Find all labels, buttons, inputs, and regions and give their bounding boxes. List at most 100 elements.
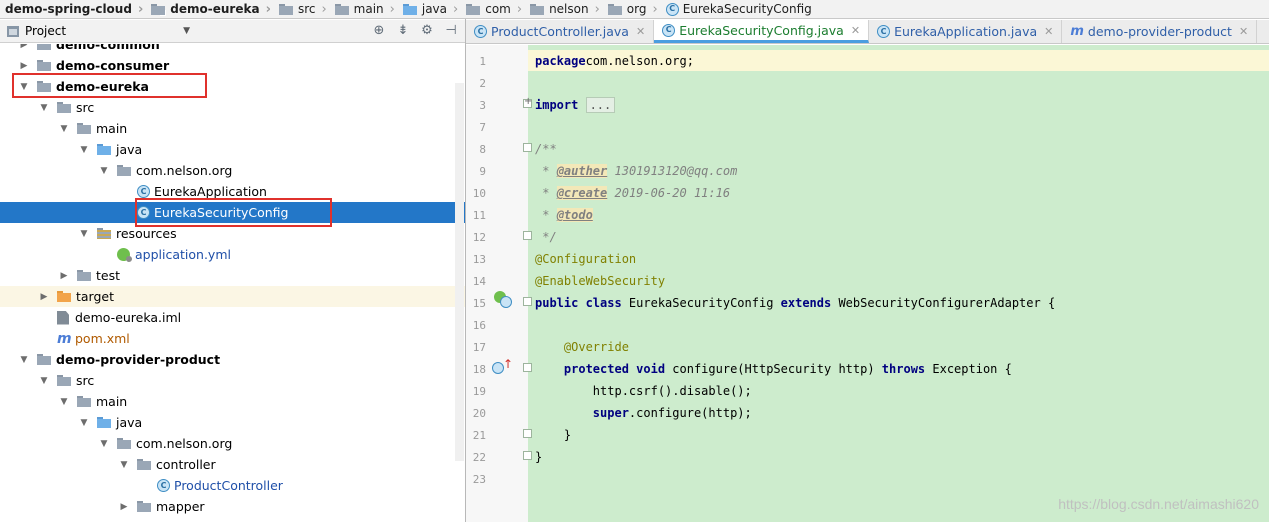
tree-node-main[interactable]: main: [0, 118, 465, 139]
code-line[interactable]: protected void configure(HttpSecurity ht…: [535, 358, 1012, 380]
tree-node-demo-common[interactable]: demo-common: [0, 44, 465, 55]
code-line[interactable]: super .configure(http);: [535, 402, 752, 424]
tree-node-productcontroller[interactable]: C ProductController: [0, 475, 465, 496]
tree-node-mapper[interactable]: mapper: [0, 496, 465, 517]
expand-arrow-icon[interactable]: [57, 124, 71, 134]
expand-arrow-icon[interactable]: [17, 355, 31, 365]
breadcrumb-item[interactable]: src ›: [274, 0, 330, 18]
editor-tab[interactable]: C EurekaApplication.java ✕: [869, 20, 1063, 43]
breadcrumb-item[interactable]: nelson ›: [525, 0, 603, 18]
code-line[interactable]: * @todo: [535, 204, 593, 226]
class-icon: C: [665, 2, 679, 16]
tree-node-label: java: [116, 142, 143, 157]
code-token: 1301913120@qq.com: [607, 164, 738, 178]
collapse-arrow-icon[interactable]: [17, 44, 31, 50]
gear-icon[interactable]: ⚙: [419, 23, 435, 38]
code-line[interactable]: @EnableWebSecurity: [535, 270, 665, 292]
collapse-arrow-icon[interactable]: [117, 502, 131, 512]
code-line[interactable]: */: [535, 226, 556, 248]
tree-node-resources[interactable]: resources: [0, 223, 465, 244]
tree-node-demo-eureka[interactable]: demo-eureka: [0, 76, 465, 97]
tree-node-test[interactable]: test: [0, 265, 465, 286]
expand-arrow-icon[interactable]: [77, 418, 91, 428]
source-folder-icon: [97, 144, 111, 155]
editor-tab[interactable]: m demo-provider-product ✕: [1062, 20, 1258, 43]
tree-node-pom-xml[interactable]: m pom.xml: [0, 328, 465, 349]
close-icon[interactable]: ✕: [851, 24, 860, 37]
tab-label: demo-provider-product: [1087, 24, 1232, 39]
tree-node-target[interactable]: target: [0, 286, 465, 307]
expand-arrow-icon[interactable]: [37, 376, 51, 386]
tree-node-com-nelson-org[interactable]: com.nelson.org: [0, 160, 465, 181]
editor-tab[interactable]: C ProductController.java ✕: [466, 20, 655, 43]
breadcrumb-item[interactable]: java ›: [398, 0, 461, 18]
code-line[interactable]: }: [535, 446, 542, 468]
tree-scrollbar[interactable]: [455, 83, 464, 461]
code-line[interactable]: }: [535, 424, 571, 446]
code-line[interactable]: * @auther 1301913120@qq.com: [535, 160, 737, 182]
tree-node-eurekasecurityconfig[interactable]: C EurekaSecurityConfig: [0, 202, 465, 223]
expand-arrow-icon[interactable]: [97, 439, 111, 449]
collapse-arrow-icon[interactable]: [37, 292, 51, 302]
breadcrumb-item[interactable]: org ›: [603, 0, 661, 18]
breadcrumb-item[interactable]: com ›: [461, 0, 525, 18]
close-icon[interactable]: ✕: [1044, 25, 1053, 38]
tree-node-src[interactable]: src: [0, 370, 465, 391]
tree-node-java[interactable]: java: [0, 412, 465, 433]
breadcrumb-item[interactable]: main ›: [330, 0, 398, 18]
code-line[interactable]: @Configuration: [535, 248, 636, 270]
hide-icon[interactable]: ⊣: [443, 23, 459, 38]
tree-node-application-yml[interactable]: application.yml: [0, 244, 465, 265]
collapse-arrow-icon[interactable]: [17, 61, 31, 71]
fold-class-icon[interactable]: [523, 297, 532, 306]
close-icon[interactable]: ✕: [636, 25, 645, 38]
tree-node-eurekaapplication[interactable]: C EurekaApplication: [0, 181, 465, 202]
expand-arrow-icon[interactable]: [57, 397, 71, 407]
fold-method-end-icon[interactable]: [523, 429, 532, 438]
override-arrow-icon[interactable]: ↑: [503, 357, 513, 371]
code-token: @EnableWebSecurity: [535, 274, 666, 288]
class-gutter-icon[interactable]: [500, 296, 512, 308]
collapse-all-icon[interactable]: ⇟: [395, 23, 411, 38]
tree-node-com-nelson-org[interactable]: com.nelson.org: [0, 433, 465, 454]
close-icon[interactable]: ✕: [1239, 25, 1248, 38]
fold-comment-icon[interactable]: [523, 143, 532, 152]
line-number: 18: [472, 362, 486, 376]
code-line[interactable]: import ...: [535, 94, 616, 116]
tree-node-java[interactable]: java: [0, 139, 465, 160]
code-line[interactable]: package com.nelson.org;: [535, 50, 694, 72]
code-token: /**: [535, 142, 557, 156]
locate-icon[interactable]: ⊕: [371, 23, 387, 38]
line-number: 3: [479, 98, 486, 112]
code-line[interactable]: public class EurekaSecurityConfig extend…: [535, 292, 1055, 314]
expand-arrow-icon[interactable]: [117, 460, 131, 470]
fold-comment-end-icon[interactable]: [523, 231, 532, 240]
fold-method-icon[interactable]: [523, 363, 532, 372]
tree-node-src[interactable]: src: [0, 97, 465, 118]
code-line[interactable]: /**: [535, 138, 557, 160]
tree-node-demo-eureka-iml[interactable]: demo-eureka.iml: [0, 307, 465, 328]
expand-arrow-icon[interactable]: [77, 229, 91, 239]
breadcrumb-item[interactable]: C EurekaSecurityConfig: [661, 0, 815, 18]
code-line[interactable]: * @create 2019-06-20 11:16: [535, 182, 730, 204]
editor-tab[interactable]: C EurekaSecurityConfig.java ✕: [654, 20, 870, 43]
package-icon: [137, 459, 151, 470]
expand-arrow-icon[interactable]: [37, 103, 51, 113]
code-line[interactable]: @Override: [535, 336, 629, 358]
expand-arrow-icon[interactable]: [97, 166, 111, 176]
code-token: configure(HttpSecurity http): [672, 362, 882, 376]
tab-label: EurekaSecurityConfig.java: [679, 22, 844, 38]
breadcrumb-item[interactable]: demo-spring-cloud ›: [0, 0, 146, 18]
code-line[interactable]: http.csrf().disable();: [535, 380, 752, 402]
project-view-selector[interactable]: Project ▼: [0, 24, 190, 38]
breadcrumb-item[interactable]: demo-eureka ›: [146, 0, 274, 18]
expand-arrow-icon[interactable]: [77, 145, 91, 155]
expand-arrow-icon[interactable]: [17, 82, 31, 92]
fold-class-end-icon[interactable]: [523, 451, 532, 460]
tree-node-demo-consumer[interactable]: demo-consumer: [0, 55, 465, 76]
tree-node-main[interactable]: main: [0, 391, 465, 412]
tree-node-controller[interactable]: controller: [0, 454, 465, 475]
tree-node-demo-provider-product[interactable]: demo-provider-product: [0, 349, 465, 370]
fold-imports-icon[interactable]: [523, 96, 532, 108]
collapse-arrow-icon[interactable]: [57, 271, 71, 281]
